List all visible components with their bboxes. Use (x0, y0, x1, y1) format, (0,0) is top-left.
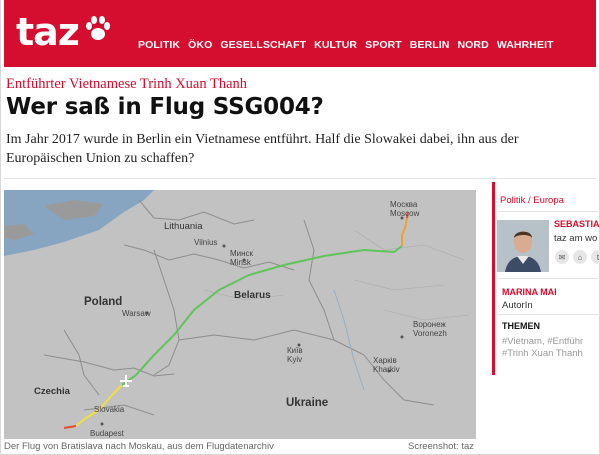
article-kicker: Entführter Vietnamese Trinh Xuan Thanh (6, 76, 248, 92)
second-author-link[interactable]: MARINA MAI (502, 287, 557, 297)
caption-credit: Screenshot: taz (407, 441, 474, 452)
tag-entfuehrung[interactable]: #Entführ (547, 336, 583, 347)
caption-text: Der Flug von Bratislava nach Moskau, aus… (4, 441, 274, 452)
label-kharkiv-ua: Харків (373, 356, 397, 365)
label-minsk-ru: Минск (230, 249, 254, 258)
label-warsaw: Warsaw (122, 309, 151, 318)
label-kharkiv: Kharkiv (373, 365, 400, 374)
tag-trinh-xuan-thanh[interactable]: #Trinh Xuan Thanh (502, 348, 583, 359)
label-vilnius: Vilnius (194, 238, 217, 247)
sidebar-category-link[interactable]: Politik / Europa (500, 195, 564, 206)
article-lead: Im Jahr 2017 wurde in Berlin ein Vietnam… (6, 132, 519, 166)
home-icon[interactable]: ⌂ (573, 250, 587, 264)
label-kyiv: Kyiv (287, 355, 302, 364)
tag-vietnam[interactable]: #Vietnam, (502, 336, 545, 347)
flight-map-image[interactable]: Lithuania Vilnius Минск Minsk Belarus Po… (4, 190, 476, 439)
label-poland: Poland (84, 296, 122, 308)
label-voronezh-ru: Воронеж (413, 320, 446, 329)
nav-politik[interactable]: POLITIK (138, 39, 180, 51)
sidebar-divider (498, 211, 600, 212)
mail-icon[interactable]: ✉ (555, 250, 569, 264)
label-ukraine: Ukraine (286, 397, 328, 409)
sidebar: Politik / Europa SEBASTIAN taz am wo ✉ ⌂… (492, 182, 600, 375)
label-moscow-ru: Москва (390, 200, 418, 209)
nav-kultur[interactable]: KULTUR (314, 39, 357, 51)
label-slovakia: Slovakia (94, 405, 125, 414)
nav-gesellschaft[interactable]: GESELLSCHAFT (220, 39, 306, 51)
nav-sport[interactable]: SPORT (365, 39, 402, 51)
nav-oeko[interactable]: ÖKO (188, 39, 212, 51)
nav-wahrheit[interactable]: WAHRHEIT (497, 39, 554, 51)
themen-heading: THEMEN (502, 321, 540, 331)
author-contact-icons: ✉ ⌂ t (555, 250, 600, 264)
nav-nord[interactable]: NORD (457, 39, 488, 51)
main-nav: POLITIK ÖKO GESELLSCHAFT KULTUR SPORT BE… (138, 39, 562, 51)
author-name-link[interactable]: SEBASTIAN (554, 219, 600, 229)
label-belarus: Belarus (234, 290, 271, 301)
paw-icon (85, 16, 110, 40)
taz-logo[interactable]: taz (16, 10, 113, 54)
tag-list: #Vietnam, #Entführ #Trinh Xuan Thanh (502, 336, 600, 360)
second-author-role: AutorIn (502, 300, 533, 311)
label-moscow: Moscow (390, 209, 420, 218)
label-minsk: Minsk (230, 258, 252, 267)
author-avatar[interactable] (497, 220, 549, 272)
author-subtitle: taz am wo (554, 233, 598, 244)
divider (4, 178, 596, 179)
label-kyiv-ua: Київ (287, 346, 303, 355)
label-voronezh: Voronezh (413, 329, 447, 338)
sidebar-divider (498, 278, 600, 279)
map-caption: Der Flug von Bratislava nach Moskau, aus… (4, 441, 476, 452)
nav-berlin[interactable]: BERLIN (410, 39, 450, 51)
site-header: taz POLITIK ÖKO GESELLSCHAFT KULTUR SPOR… (4, 0, 596, 67)
logo-text: taz (16, 10, 80, 54)
label-czechia: Czechia (34, 386, 71, 397)
twitter-icon[interactable]: t (591, 250, 600, 264)
article-headline: Wer saß in Flug SSG004? (6, 94, 324, 120)
sidebar-divider (498, 314, 600, 315)
label-lithuania: Lithuania (164, 221, 203, 232)
label-budapest: Budapest (90, 429, 125, 438)
